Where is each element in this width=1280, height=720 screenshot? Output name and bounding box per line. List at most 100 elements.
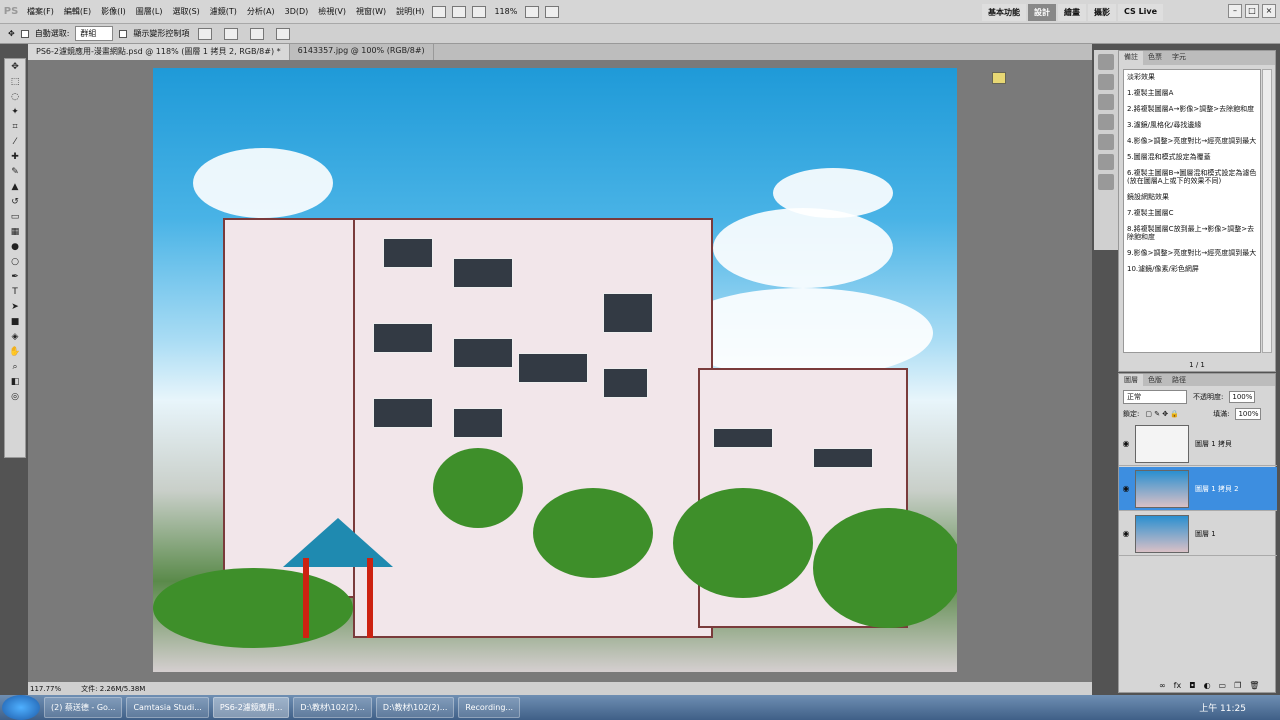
- notes-body[interactable]: 淡彩效果 1.複製主圖層A 2.將複製圖層A→影像>調整>去除飽和度 3.濾鏡/…: [1123, 69, 1261, 353]
- auto-select-checkbox[interactable]: [20, 29, 29, 38]
- menu-analysis[interactable]: 分析(A): [242, 6, 280, 17]
- menu-help[interactable]: 說明(H): [391, 6, 429, 17]
- gradient-icon[interactable]: ▦: [7, 226, 23, 239]
- tab-jpg-document[interactable]: 6143357.jpg @ 100% (RGB/8#): [290, 44, 434, 60]
- lock-icons[interactable]: ▢ ✎ ✥ 🔒: [1145, 410, 1179, 418]
- magic-wand-icon[interactable]: ✦: [7, 106, 23, 119]
- actions-icon[interactable]: [1098, 74, 1114, 90]
- align-middle-icon[interactable]: [224, 27, 239, 40]
- blend-mode-dropdown[interactable]: 正常: [1123, 390, 1187, 404]
- menu-filter[interactable]: 濾鏡(T): [205, 6, 242, 17]
- align-top-icon[interactable]: [198, 27, 213, 40]
- tab-psd-document[interactable]: PS6-2濾鏡應用-漫畫網點.psd @ 118% (圖層 1 拷貝 2, RG…: [28, 44, 290, 60]
- maximize-icon[interactable]: □: [1245, 4, 1259, 18]
- taskbar-folder-2[interactable]: D:\教材\102(2)...: [375, 697, 455, 718]
- mini-bridge-icon[interactable]: [452, 5, 467, 18]
- layer-row-selected[interactable]: ◉ 圖層 1 拷貝 2: [1119, 467, 1277, 511]
- color-swatch-icon[interactable]: ◧: [7, 376, 23, 389]
- close-icon[interactable]: ×: [1262, 4, 1276, 18]
- align-bottom-icon[interactable]: [250, 27, 265, 40]
- layer-row[interactable]: ◉ 圖層 1: [1119, 512, 1277, 556]
- type-icon[interactable]: T: [7, 286, 23, 299]
- menu-view[interactable]: 檢視(V): [313, 6, 351, 17]
- layer-row[interactable]: ◉ 圖層 1 拷貝: [1119, 422, 1277, 466]
- adjustment-icon[interactable]: ◐: [1204, 681, 1211, 690]
- workspace-essentials[interactable]: 基本功能: [982, 4, 1026, 21]
- taskbar-recording[interactable]: Recording...: [458, 697, 521, 718]
- cs-live-button[interactable]: CS Live: [1118, 4, 1164, 21]
- move-tool-icon[interactable]: ✥: [8, 29, 15, 38]
- taskbar-camtasia[interactable]: Camtasia Studi...: [126, 697, 209, 718]
- shape-icon[interactable]: ■: [7, 316, 23, 329]
- move-icon[interactable]: ✥: [7, 61, 23, 74]
- eraser-icon[interactable]: ▭: [7, 211, 23, 224]
- path-select-icon[interactable]: ➤: [7, 301, 23, 314]
- clone-source-icon[interactable]: [1098, 174, 1114, 190]
- 3d-panel-icon[interactable]: [1098, 134, 1114, 150]
- tab-notes[interactable]: 備註: [1119, 51, 1143, 65]
- new-layer-icon[interactable]: ❐: [1234, 681, 1241, 690]
- trash-icon[interactable]: 🗑: [1249, 681, 1259, 690]
- eye-icon[interactable]: ◉: [1119, 439, 1133, 448]
- status-zoom[interactable]: 117.77%: [30, 685, 61, 693]
- menu-3d[interactable]: 3D(D): [280, 7, 314, 16]
- crop-icon[interactable]: ⌗: [7, 121, 23, 134]
- brush-panel-icon[interactable]: [1098, 154, 1114, 170]
- menu-edit[interactable]: 編輯(E): [59, 6, 96, 17]
- eyedropper-icon[interactable]: ⁄: [7, 136, 23, 149]
- history-brush-icon[interactable]: ↺: [7, 196, 23, 209]
- healing-icon[interactable]: ✚: [7, 151, 23, 164]
- menu-window[interactable]: 視窗(W): [351, 6, 391, 17]
- workspace-photography[interactable]: 攝影: [1088, 4, 1116, 21]
- note-icon[interactable]: [992, 72, 1006, 84]
- fx-icon[interactable]: fx: [1174, 681, 1182, 690]
- opacity-input[interactable]: 100%: [1229, 391, 1256, 403]
- pen-icon[interactable]: ✒: [7, 271, 23, 284]
- menu-select[interactable]: 選取(S): [167, 6, 204, 17]
- minimize-icon[interactable]: –: [1228, 4, 1242, 18]
- screen-mode-icon[interactable]: [545, 5, 560, 18]
- 3d-rotate-icon[interactable]: ◈: [7, 331, 23, 344]
- notes-scrollbar[interactable]: [1262, 69, 1272, 353]
- folder-icon[interactable]: ▭: [1219, 681, 1227, 690]
- fill-input[interactable]: 100%: [1235, 408, 1262, 420]
- eye-icon[interactable]: ◉: [1119, 529, 1133, 538]
- tab-swatches[interactable]: 色票: [1143, 51, 1167, 65]
- mask-icon[interactable]: ◘: [1189, 681, 1195, 690]
- workspace-painting[interactable]: 繪畫: [1058, 4, 1086, 21]
- taskbar-chrome[interactable]: (2) 蔡送德 - Go...: [44, 697, 123, 718]
- history-icon[interactable]: [1098, 54, 1114, 70]
- tab-channels[interactable]: 色版: [1143, 374, 1167, 386]
- lasso-icon[interactable]: ◌: [7, 91, 23, 104]
- show-transform-checkbox[interactable]: [119, 29, 128, 38]
- tab-character[interactable]: 字元: [1167, 51, 1191, 65]
- arrange-icon[interactable]: [525, 5, 540, 18]
- dodge-icon[interactable]: ○: [7, 256, 23, 269]
- marquee-icon[interactable]: ⬚: [7, 76, 23, 89]
- view-extras-icon[interactable]: [472, 5, 487, 18]
- workspace-design[interactable]: 設計: [1028, 4, 1056, 21]
- clock[interactable]: 上午 11:25: [1199, 701, 1246, 714]
- menu-file[interactable]: 檔案(F): [22, 6, 59, 17]
- stamp-icon[interactable]: ▲: [7, 181, 23, 194]
- brush-icon[interactable]: ✎: [7, 166, 23, 179]
- eye-icon[interactable]: ◉: [1119, 484, 1133, 493]
- taskbar-folder-1[interactable]: D:\教材\102(2)...: [293, 697, 372, 718]
- zoom-level[interactable]: 118%: [489, 7, 522, 16]
- zoom-icon[interactable]: ⌕: [7, 361, 23, 374]
- taskbar-photoshop[interactable]: PS6-2濾鏡應用...: [212, 697, 290, 718]
- blur-icon[interactable]: ●: [7, 241, 23, 254]
- distribute-icon[interactable]: [276, 27, 291, 40]
- menu-layer[interactable]: 圖層(L): [131, 6, 168, 17]
- masks-icon[interactable]: [1098, 114, 1114, 130]
- hand-icon[interactable]: ✋: [7, 346, 23, 359]
- quick-mask-icon[interactable]: ◎: [7, 391, 23, 404]
- auto-select-dropdown[interactable]: 群組: [75, 26, 114, 41]
- bridge-icon[interactable]: [432, 5, 447, 18]
- start-button[interactable]: [2, 695, 40, 720]
- document-photo[interactable]: [153, 68, 957, 672]
- tab-paths[interactable]: 路徑: [1167, 374, 1191, 386]
- menu-image[interactable]: 影像(I): [96, 6, 131, 17]
- adjustments-icon[interactable]: [1098, 94, 1114, 110]
- tab-layers[interactable]: 圖層: [1119, 374, 1143, 386]
